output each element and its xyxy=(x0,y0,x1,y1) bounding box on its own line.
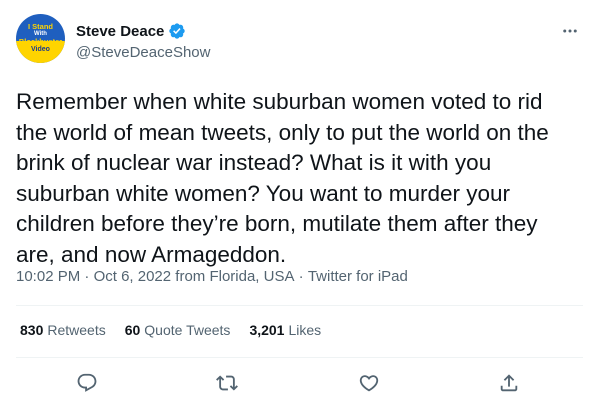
avatar-text-line: I Stand xyxy=(27,22,53,31)
divider xyxy=(16,305,583,306)
verified-badge-icon xyxy=(168,22,186,40)
like-icon[interactable] xyxy=(354,368,384,398)
share-icon[interactable] xyxy=(494,368,524,398)
retweets-count: 830 xyxy=(20,322,44,338)
avatar[interactable]: I Stand With Blockbuster Video xyxy=(16,14,65,63)
avatar-text-line: Video xyxy=(31,46,50,53)
tweet-source[interactable]: Twitter for iPad xyxy=(308,268,408,285)
retweet-icon[interactable] xyxy=(212,368,242,398)
divider xyxy=(16,357,583,358)
author-handle[interactable]: @SteveDeaceShow xyxy=(76,44,210,61)
tweet-time[interactable]: 10:02 PM xyxy=(16,268,80,285)
tweet-date-location[interactable]: Oct 6, 2022 from Florida, USA xyxy=(94,268,295,285)
reply-icon[interactable] xyxy=(72,368,102,398)
likes-stat[interactable]: 3,201 Likes xyxy=(249,322,321,338)
quotes-count: 60 xyxy=(124,322,141,338)
tweet: I Stand With Blockbuster Video Steve Dea… xyxy=(0,0,599,411)
tweet-meta: 10:02 PM · Oct 6, 2022 from Florida, USA… xyxy=(16,268,408,285)
tweet-text: Remember when white suburban women voted… xyxy=(16,89,549,267)
meta-separator: · xyxy=(294,268,308,285)
quote-tweets-stat[interactable]: 60 Quote Tweets xyxy=(125,322,231,338)
likes-count: 3,201 xyxy=(249,322,285,338)
retweets-stat[interactable]: 830 Retweets xyxy=(20,322,106,338)
tweet-actions xyxy=(0,368,599,398)
retweets-label: Retweets xyxy=(47,322,106,338)
meta-separator: · xyxy=(80,268,94,285)
tweet-stats: 830 Retweets 60 Quote Tweets 3,201 Likes xyxy=(20,322,321,338)
avatar-text-line: Blockbuster xyxy=(18,37,63,46)
likes-label: Likes xyxy=(288,322,322,338)
author-name-row: Steve Deace xyxy=(76,22,186,40)
more-options-icon[interactable] xyxy=(560,24,580,38)
display-name[interactable]: Steve Deace xyxy=(76,23,164,40)
quotes-label: Quote Tweets xyxy=(144,322,231,338)
